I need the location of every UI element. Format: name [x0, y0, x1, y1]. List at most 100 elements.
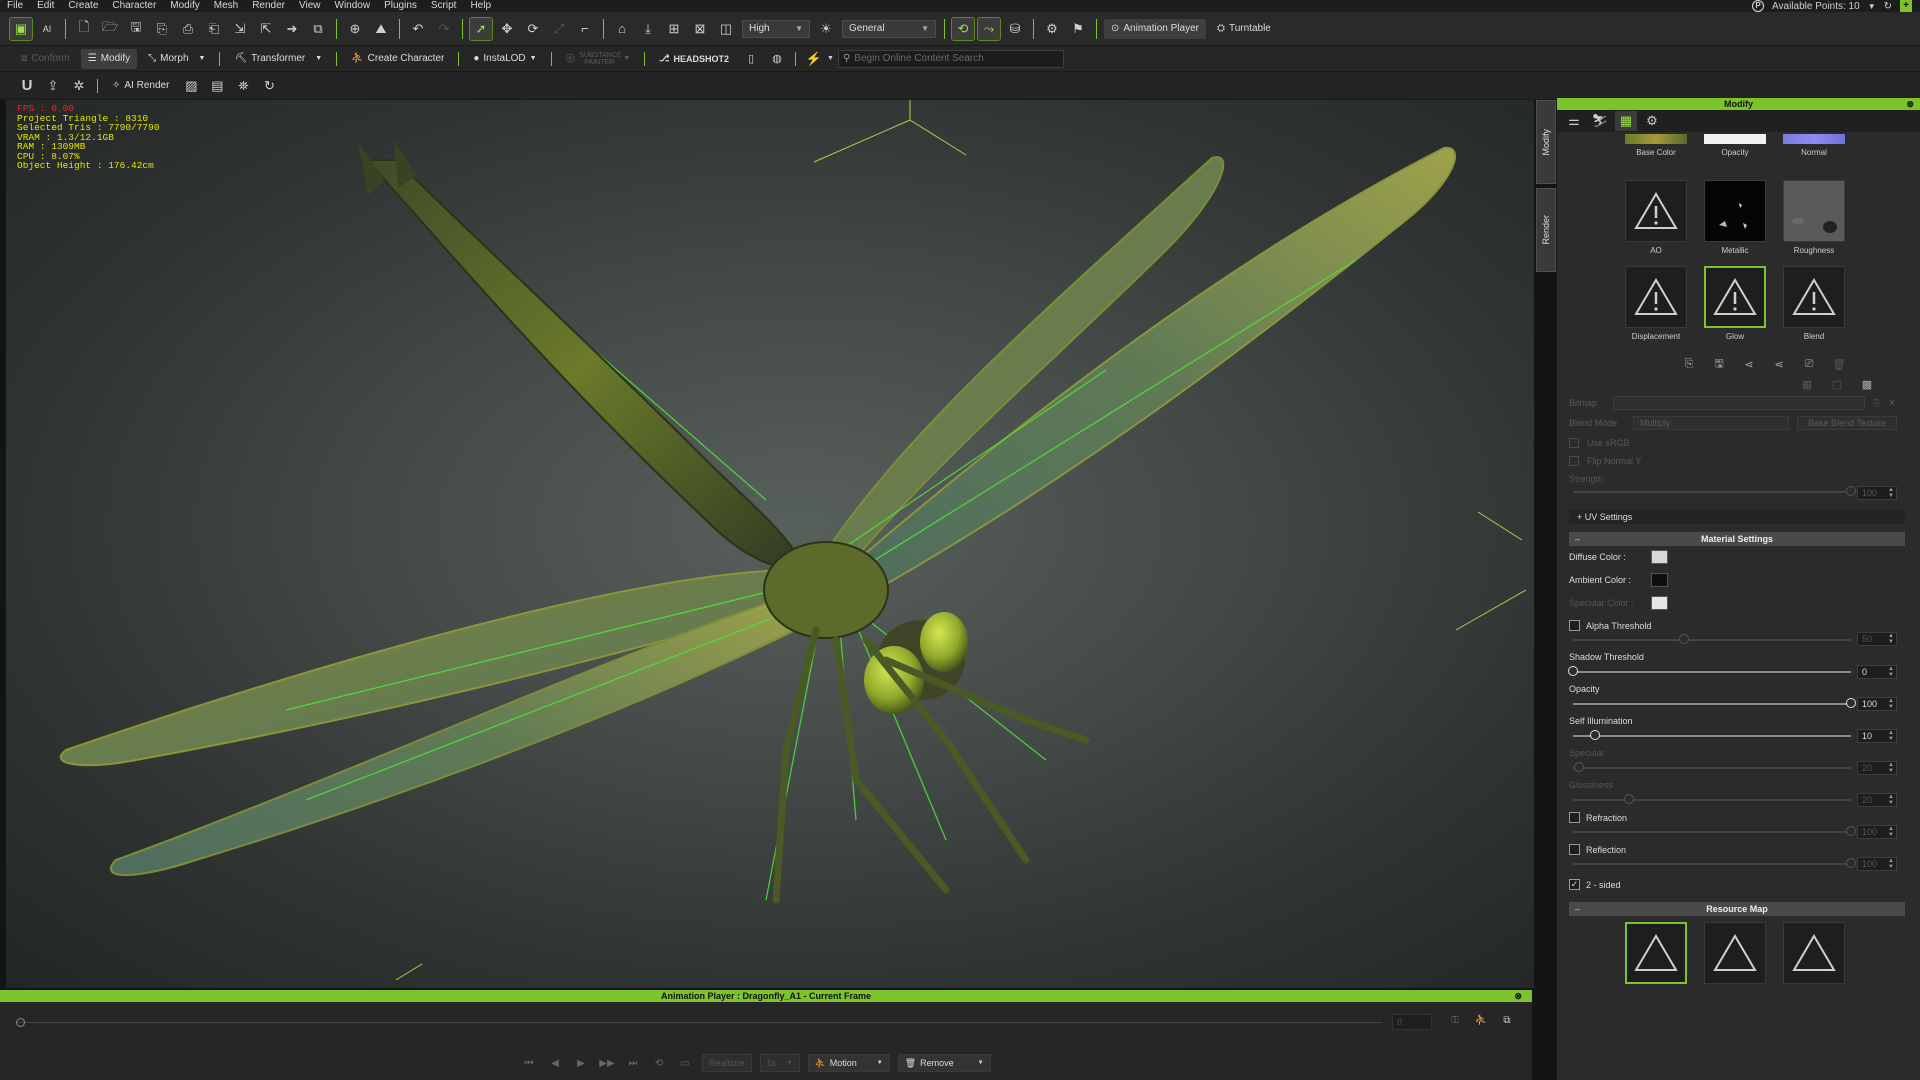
move-icon[interactable]: ✥ [496, 18, 518, 40]
render-video-icon[interactable]: ▤ [206, 75, 228, 97]
light-icon[interactable]: ☀ [815, 18, 837, 40]
redo-icon[interactable]: ↷ [433, 18, 455, 40]
render-image-icon[interactable]: ▨ [180, 75, 202, 97]
slider-knob[interactable] [1568, 666, 1578, 676]
shadow-threshold-spin[interactable]: 0 ▲ ▼ [1857, 665, 1897, 679]
layout-icon[interactable]: ◫ [715, 18, 737, 40]
publish-icon[interactable]: ⇱ [255, 18, 277, 40]
flag-icon[interactable]: ⚑ [1067, 18, 1089, 40]
checker-icon[interactable]: ▩ [1855, 376, 1879, 392]
menu-edit[interactable]: Edit [30, 0, 61, 12]
texture-metallic[interactable]: Metallic [1704, 180, 1766, 255]
collision-icon[interactable]: ⛁ [1004, 18, 1026, 40]
texture-roughness[interactable]: Roughness [1783, 180, 1845, 255]
conform-button[interactable]: ⧈ Conform [14, 49, 77, 69]
unity-icon[interactable]: U [16, 75, 38, 97]
instalod-button[interactable]: ● InstaLOD ▼ [466, 49, 543, 69]
open-folder-icon[interactable]: 🗁 [99, 18, 121, 40]
menu-render[interactable]: Render [245, 0, 292, 12]
close-icon[interactable]: ⊗ [1906, 98, 1914, 110]
save-icon[interactable]: 🖫 [125, 18, 147, 40]
tab-settings[interactable]: ⚙ [1641, 111, 1663, 131]
quality-select[interactable]: High ▼ [742, 19, 810, 38]
send-icon[interactable]: ➜ [281, 18, 303, 40]
timeline-scrubber[interactable] [16, 1018, 25, 1027]
menu-create[interactable]: Create [61, 0, 105, 12]
delete-icon[interactable]: 🗑 [1827, 356, 1851, 372]
alpha-threshold-checkbox[interactable] [1569, 620, 1580, 631]
head-icon[interactable]: ◍ [766, 48, 788, 70]
loop-icon[interactable]: ⟲ [650, 1055, 668, 1071]
menu-plugins[interactable]: Plugins [377, 0, 424, 12]
remove-button[interactable]: 🗑 Remove ▼ [897, 1054, 991, 1072]
slider-knob[interactable] [1590, 730, 1601, 740]
add-points-button[interactable]: + [1900, 0, 1912, 12]
menu-modify[interactable]: Modify [163, 0, 206, 12]
search-input[interactable] [854, 53, 1055, 64]
refraction-checkbox[interactable] [1569, 812, 1580, 823]
undo-icon[interactable]: ↶ [407, 18, 429, 40]
alpha-threshold-spin[interactable]: 50 ▲ ▼ [1857, 632, 1897, 646]
project-mode-icon[interactable]: ▣ [9, 16, 33, 41]
resource-slot[interactable] [1704, 922, 1766, 984]
menu-help[interactable]: Help [463, 0, 498, 12]
menu-script[interactable]: Script [424, 0, 464, 12]
turntable-button[interactable]: ⛭ Turntable [1210, 19, 1278, 39]
tab-material[interactable]: ▦ [1615, 111, 1637, 131]
new-file-icon[interactable]: 🗋 [73, 18, 95, 40]
texture-blend[interactable]: Blend [1783, 266, 1845, 341]
menu-character[interactable]: Character [105, 0, 163, 12]
align-icon[interactable]: ⊠ [689, 18, 711, 40]
physics-icon[interactable]: ⟲ [951, 16, 975, 41]
settings-icon[interactable]: ✲ [68, 75, 90, 97]
material-settings-bar[interactable]: – Material Settings [1569, 532, 1905, 546]
diffuse-color-swatch[interactable] [1651, 550, 1668, 564]
motion-layer-icon[interactable]: ⛹ [1472, 1012, 1490, 1028]
texture-glow[interactable]: Glow [1704, 266, 1766, 341]
go-to-start-icon[interactable]: ⏮ [520, 1055, 538, 1071]
specular-color-swatch[interactable] [1651, 596, 1668, 610]
reflection-checkbox[interactable] [1569, 844, 1580, 855]
fbx-export-icon[interactable]: ⇲ [229, 18, 251, 40]
animation-player-button[interactable]: ⊙ Animation Player [1104, 18, 1206, 39]
resource-slot[interactable] [1783, 922, 1845, 984]
menu-view[interactable]: View [292, 0, 328, 12]
texture-base-color[interactable]: Base Color [1625, 134, 1687, 157]
available-points[interactable]: Available Points: 10 [1772, 1, 1860, 12]
plugin-icon[interactable]: ⚡ [803, 48, 825, 70]
menu-window[interactable]: Window [328, 0, 378, 12]
create-character-button[interactable]: ⛹ Create Character [344, 49, 451, 69]
grid-icon[interactable]: ▦ [1795, 376, 1819, 392]
texture-normal[interactable]: Normal [1783, 134, 1845, 157]
popout-icon[interactable]: ⧉ [1498, 1012, 1516, 1028]
select-arrow-icon[interactable]: ➚ [469, 16, 493, 41]
record-icon[interactable]: ▭ [676, 1055, 694, 1071]
timeline-track[interactable] [16, 1022, 1382, 1023]
ai-mode-icon[interactable]: AI [36, 18, 58, 40]
modify-button[interactable]: ☰ Modify [80, 48, 138, 69]
home-view-icon[interactable]: ⌂ [611, 18, 633, 40]
camera-icon[interactable]: ⛰ [370, 18, 392, 40]
export-dropdown-icon[interactable]: ⎗ [203, 18, 225, 40]
load-texture-icon[interactable]: ⎘ [1677, 356, 1701, 372]
soft-cloth-icon[interactable]: ⤳ [977, 16, 1001, 41]
tab-motion[interactable]: ⛷ [1589, 111, 1611, 131]
drop-to-floor-icon[interactable]: ⤓ [637, 18, 659, 40]
opacity-spin[interactable]: 100 ▲ ▼ [1857, 697, 1897, 711]
frame-icon[interactable]: ▢ [1825, 376, 1849, 392]
shadow-threshold-slider[interactable] [1568, 666, 1851, 678]
play-icon[interactable]: ▶ [572, 1055, 590, 1071]
substance-button[interactable]: ◎ SUBSTANCE PAINTER ▼ [559, 49, 638, 69]
zoom-icon[interactable]: ⊕ [344, 18, 366, 40]
launch-editor-icon[interactable]: ⎚ [1797, 356, 1821, 372]
tab-modify[interactable]: Modify [1536, 100, 1556, 184]
refresh-icon[interactable]: ↻ [1884, 1, 1892, 12]
render-settings-icon[interactable]: ⛯ [232, 75, 254, 97]
texture-displacement[interactable]: Displacement [1625, 266, 1687, 341]
pivot-icon[interactable]: ⌐ [574, 18, 596, 40]
close-icon[interactable]: ⊗ [1514, 990, 1522, 1002]
speed-select[interactable]: 1x ▼ [759, 1054, 800, 1072]
import-icon[interactable]: ⎘ [151, 18, 173, 40]
dropdown-caret-icon[interactable]: ▼ [1868, 2, 1876, 11]
opacity-slider[interactable] [1573, 698, 1856, 710]
